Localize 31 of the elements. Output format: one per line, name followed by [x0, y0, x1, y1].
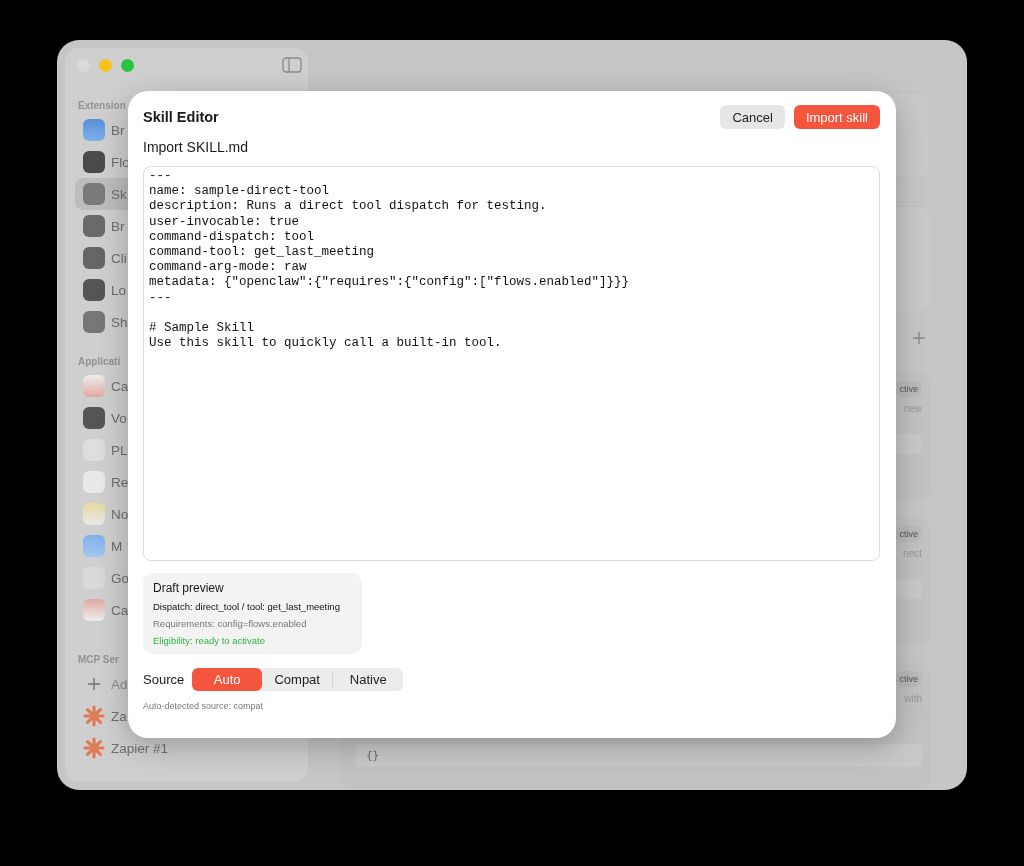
- source-note: Auto-detected source: compat: [143, 701, 265, 711]
- sidebar-item-label: Sh: [111, 314, 128, 330]
- add-server-label: Ad: [111, 676, 128, 692]
- sidebar-item-label: Br: [111, 122, 125, 138]
- sidebar-item-label: Zapier #1: [111, 740, 169, 756]
- sidebar-item-label: Re: [111, 474, 129, 490]
- sidebar-item-label: Ca: [111, 602, 129, 618]
- status-badge: ctive: [895, 525, 922, 542]
- status-badge: ctive: [895, 670, 922, 687]
- sidebar-item-label: Za: [111, 708, 127, 724]
- sidebar-item-label: Lo: [111, 282, 127, 298]
- sidebar-item-label: Ca: [111, 378, 129, 394]
- sidebar-item-label: Cli: [111, 250, 127, 266]
- section-header: MCP Ser: [77, 653, 119, 667]
- dialog-subtitle: Import SKILL.md: [143, 139, 250, 155]
- sidebar-item-label: Sk: [111, 186, 127, 202]
- sidebar-item-label: PL: [111, 442, 128, 458]
- sidebar-item-label: No: [111, 506, 129, 522]
- preview-line: Dispatch: direct_tool / tool: get_last_meeting: [153, 601, 341, 612]
- dialog-title: Skill Editor: [143, 109, 219, 125]
- preview-title: Draft preview: [153, 581, 225, 595]
- preview-line: Requirements: config=flows.enabled: [153, 618, 308, 629]
- section-header: Extension: [77, 99, 126, 113]
- sidebar-item-label: M: [111, 538, 123, 554]
- sidebar-item-label: Br: [111, 218, 125, 234]
- sidebar-item-label: Vo: [111, 410, 127, 426]
- preview-line: Eligibility: ready to activate: [153, 635, 266, 646]
- sidebar-item-label: Go: [111, 570, 129, 586]
- source-label: Source: [143, 672, 185, 687]
- section-header: Applicati: [77, 355, 121, 369]
- status-badge: ctive: [895, 380, 922, 397]
